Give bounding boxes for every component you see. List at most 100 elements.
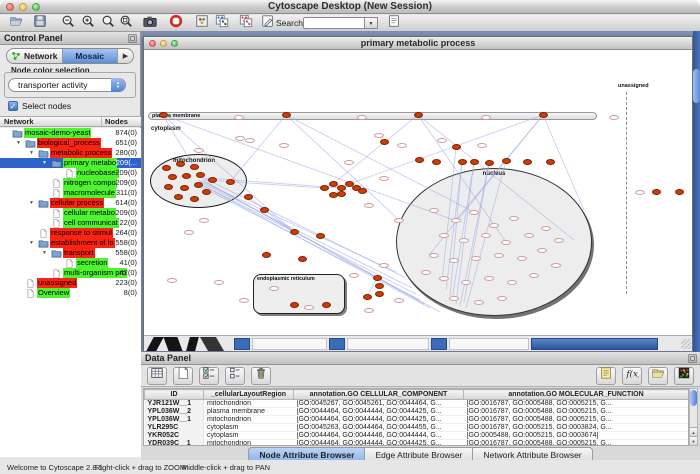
graph-node-label[interactable] bbox=[524, 233, 534, 238]
graph-node-label[interactable] bbox=[509, 216, 519, 221]
graph-node[interactable] bbox=[202, 189, 211, 195]
graph-node[interactable] bbox=[320, 185, 329, 191]
network-bottom-strip[interactable] bbox=[144, 335, 692, 351]
table-row[interactable]: YKR052Ccytoplasm[GO:0044464, GO:0044446,… bbox=[145, 432, 689, 440]
network-canvas[interactable]: plasma membrane cytoplasm mitochondrion … bbox=[144, 50, 692, 335]
graph-node[interactable] bbox=[415, 157, 424, 163]
tab-network[interactable]: Network bbox=[7, 49, 63, 63]
network-tree-row[interactable]: ▼biological_process651(0) bbox=[0, 138, 141, 148]
function-builder-button[interactable]: f(x) bbox=[622, 367, 642, 385]
snapshot-button[interactable] bbox=[140, 15, 160, 31]
graph-node-label[interactable] bbox=[357, 115, 367, 120]
graph-node-label[interactable] bbox=[199, 218, 209, 223]
graph-node[interactable] bbox=[290, 229, 299, 235]
table-scrollbar-thumb[interactable] bbox=[690, 390, 697, 406]
create-attribute-button[interactable] bbox=[173, 367, 193, 385]
table-row[interactable]: YPL036W__2plasma membrane[GO:0044464, GO… bbox=[145, 408, 689, 416]
graph-node[interactable] bbox=[164, 184, 173, 190]
graph-node[interactable] bbox=[196, 172, 205, 178]
network-tree-row[interactable]: ▼cellular process614(0) bbox=[0, 198, 141, 208]
tab-mosaic[interactable]: Mosaic bbox=[63, 49, 119, 63]
graph-node-label[interactable] bbox=[279, 143, 289, 148]
scroll-down-icon[interactable]: ▼ bbox=[690, 436, 697, 445]
graph-node[interactable] bbox=[373, 275, 382, 281]
graph-node-label[interactable] bbox=[481, 115, 491, 120]
table-row[interactable]: YPL036W__1mitochondrion[GO:0044464, GO:0… bbox=[145, 416, 689, 424]
graph-node-label[interactable] bbox=[245, 138, 255, 143]
table-row[interactable]: YDR039C__1mitochondrion[GO:0044464, GO:0… bbox=[145, 440, 689, 447]
network-window-titlebar[interactable]: primary metabolic process bbox=[144, 37, 692, 50]
network-tree-row[interactable]: multi-organism pro42(0) bbox=[0, 268, 141, 278]
graph-node-label[interactable] bbox=[269, 286, 279, 291]
graph-node-label[interactable] bbox=[429, 208, 439, 213]
graph-node[interactable] bbox=[162, 165, 171, 171]
merge-networks-red-button[interactable] bbox=[236, 15, 256, 31]
graph-node[interactable] bbox=[414, 112, 423, 118]
select-attributes-button[interactable] bbox=[199, 367, 219, 385]
cytopanel-button[interactable] bbox=[192, 15, 212, 31]
network-tree-row[interactable]: macromolecule311(0) bbox=[0, 188, 141, 198]
graph-node[interactable] bbox=[329, 192, 338, 198]
graph-node-label[interactable] bbox=[194, 148, 204, 153]
graph-node[interactable] bbox=[260, 207, 269, 213]
graph-node-label[interactable] bbox=[364, 308, 374, 313]
network-tree-row[interactable]: cell communicat22(0) bbox=[0, 218, 141, 228]
graph-node[interactable] bbox=[176, 161, 185, 167]
graph-node[interactable] bbox=[337, 191, 346, 197]
network-tree-row[interactable]: nucleobase-209(0) bbox=[0, 168, 141, 178]
float-panel-icon[interactable] bbox=[688, 354, 697, 363]
graph-node-label[interactable] bbox=[304, 305, 314, 310]
graph-node[interactable] bbox=[244, 194, 253, 200]
graph-node-label[interactable] bbox=[379, 263, 389, 268]
float-panel-icon[interactable] bbox=[128, 34, 137, 43]
graph-node[interactable] bbox=[262, 252, 271, 258]
select-nodes-checkbox[interactable]: ✓ bbox=[8, 101, 18, 111]
vertical-scrollbar[interactable] bbox=[693, 31, 700, 352]
graph-node[interactable] bbox=[523, 159, 532, 165]
graph-node[interactable] bbox=[375, 291, 384, 297]
delete-attribute-button[interactable] bbox=[251, 367, 271, 385]
network-tree-row[interactable]: unassigned223(0) bbox=[0, 278, 141, 288]
graph-node-label[interactable] bbox=[541, 226, 551, 231]
graph-node[interactable] bbox=[458, 159, 467, 165]
graph-node[interactable] bbox=[190, 164, 199, 170]
graph-node[interactable] bbox=[452, 144, 461, 150]
network-tree-row[interactable]: Overview8(0) bbox=[0, 288, 141, 298]
expand-arrow-icon[interactable]: ▼ bbox=[29, 198, 34, 208]
network-tree-row[interactable]: ▼transport558(0) bbox=[0, 248, 141, 258]
graph-node-label[interactable] bbox=[494, 253, 504, 258]
graph-node-label[interactable] bbox=[167, 278, 177, 283]
graph-node[interactable] bbox=[675, 189, 684, 195]
graph-node[interactable] bbox=[282, 112, 291, 118]
graph-node-label[interactable] bbox=[461, 280, 471, 285]
graph-node-label[interactable] bbox=[437, 138, 447, 143]
table-scrollbar[interactable]: ▲ ▼ bbox=[689, 388, 698, 446]
graph-node[interactable] bbox=[194, 182, 203, 188]
graph-node-label[interactable] bbox=[439, 276, 449, 281]
graph-node-label[interactable] bbox=[449, 258, 459, 263]
graph-node-label[interactable] bbox=[537, 248, 547, 253]
network-tree-row[interactable]: cellular metabo209(0) bbox=[0, 208, 141, 218]
attribute-table-button[interactable] bbox=[147, 367, 167, 385]
graph-node[interactable] bbox=[226, 179, 235, 185]
zoom-out-button[interactable] bbox=[58, 15, 78, 31]
graph-node-label[interactable] bbox=[484, 276, 494, 281]
graph-node-label[interactable] bbox=[449, 296, 459, 301]
graph-node-label[interactable] bbox=[397, 143, 407, 148]
graph-node-label[interactable] bbox=[635, 190, 645, 195]
graph-node-label[interactable] bbox=[394, 298, 404, 303]
graph-node[interactable] bbox=[652, 189, 661, 195]
graph-node-label[interactable] bbox=[394, 218, 404, 223]
graph-node-label[interactable] bbox=[517, 256, 527, 261]
expand-arrow-icon[interactable]: ▼ bbox=[16, 138, 21, 148]
graph-node[interactable] bbox=[182, 173, 191, 179]
network-tree-row[interactable]: ▼establishment of lo558(0) bbox=[0, 238, 141, 248]
zoom-in-button[interactable] bbox=[78, 15, 98, 31]
attribute-list-button[interactable] bbox=[225, 367, 245, 385]
graph-node-label[interactable] bbox=[429, 253, 439, 258]
graph-node[interactable] bbox=[539, 112, 548, 118]
graph-node-label[interactable] bbox=[501, 240, 511, 245]
graph-node[interactable] bbox=[322, 302, 331, 308]
graph-node[interactable] bbox=[363, 294, 372, 300]
graph-node-label[interactable] bbox=[459, 238, 469, 243]
